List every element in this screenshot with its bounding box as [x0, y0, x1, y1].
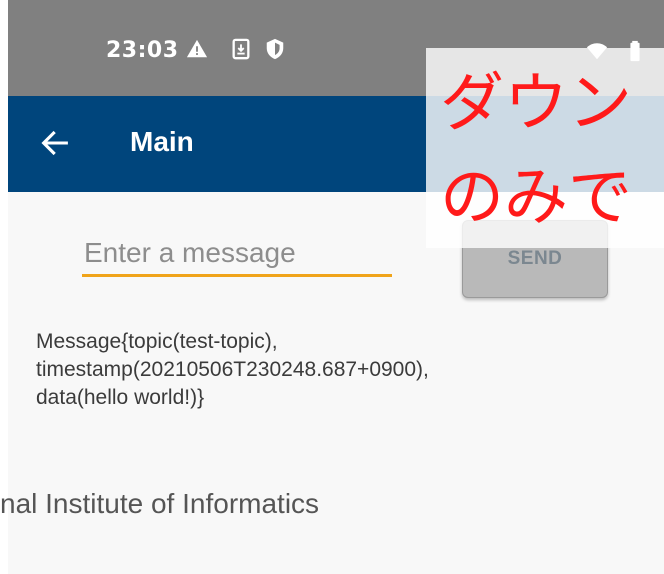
message-log-line: timestamp(20210506T230248.687+0900),: [36, 358, 429, 381]
status-time: 23:03: [106, 38, 179, 63]
page-title: Main: [130, 126, 194, 157]
message-log-line: data(hello world!)}: [36, 386, 205, 409]
shield-icon: [266, 38, 284, 60]
overlay-text-line: ダウン: [440, 67, 632, 141]
download-icon: [232, 38, 250, 60]
overlay-banner: ダウン のみで: [426, 48, 664, 248]
footer-text: nal Institute of Informatics: [0, 488, 320, 519]
back-arrow-icon[interactable]: [38, 126, 72, 160]
message-input[interactable]: [82, 232, 392, 277]
main-content: SEND Message{topic(test-topic), timestam…: [0, 192, 664, 574]
message-log: Message{topic(test-topic), timestamp(202…: [36, 328, 556, 412]
message-log-line: Message{topic(test-topic),: [36, 330, 278, 353]
warning-icon: [186, 39, 208, 58]
overlay-text-line: のみで: [440, 161, 632, 235]
